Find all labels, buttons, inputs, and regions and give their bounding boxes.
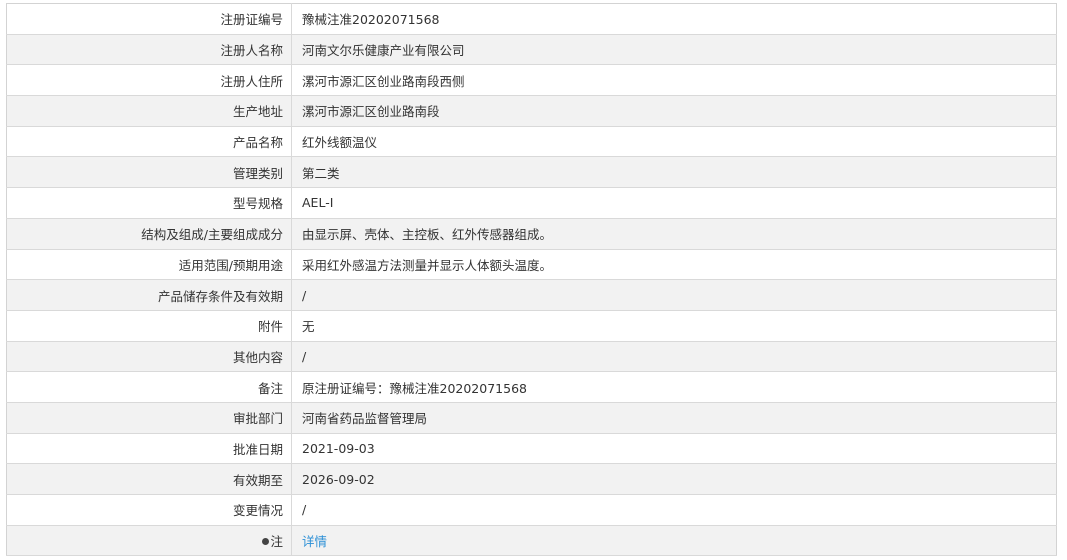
field-label-production-address: 生产地址	[6, 95, 292, 127]
details-link[interactable]: 详情	[302, 534, 327, 549]
table-row: 产品名称 红外线额温仪	[6, 126, 1057, 158]
table-row: 有效期至 2026-09-02	[6, 463, 1057, 495]
table-row: 注 详情	[6, 525, 1057, 557]
table-row: 批准日期 2021-09-03	[6, 433, 1057, 465]
table-row: 产品储存条件及有效期 /	[6, 279, 1057, 311]
pin-icon	[262, 538, 270, 546]
field-value-approval-date: 2021-09-03	[291, 433, 1057, 465]
field-label-structure-composition: 结构及组成/主要组成成分	[6, 218, 292, 250]
field-value-change-status: /	[291, 494, 1057, 526]
field-label-approval-date: 批准日期	[6, 433, 292, 465]
table-row: 管理类别 第二类	[6, 156, 1057, 189]
table-row: 备注 原注册证编号：豫械注准20202071568	[6, 371, 1057, 403]
field-label-approval-department: 审批部门	[6, 402, 292, 434]
field-value-other-content: /	[291, 341, 1057, 373]
field-value-model-spec: AEL-I	[291, 187, 1057, 219]
table-row: 型号规格 AEL-I	[6, 187, 1057, 219]
table-row: 注册证编号 豫械注准20202071568	[6, 3, 1057, 35]
field-value-management-category: 第二类	[291, 156, 1057, 189]
table-row: 其他内容 /	[6, 341, 1057, 373]
field-value-note: 详情	[291, 525, 1057, 557]
field-label-remarks: 备注	[6, 371, 292, 403]
table-row: 审批部门 河南省药品监督管理局	[6, 402, 1057, 434]
table-row: 生产地址 漯河市源汇区创业路南段	[6, 95, 1057, 127]
field-value-structure-composition: 由显示屏、壳体、主控板、红外传感器组成。	[291, 218, 1057, 250]
field-value-registrant-name: 河南文尔乐健康产业有限公司	[291, 34, 1057, 66]
field-value-production-address: 漯河市源汇区创业路南段	[291, 95, 1057, 127]
field-label-storage-validity: 产品储存条件及有效期	[6, 279, 292, 311]
field-label-product-name: 产品名称	[6, 126, 292, 158]
field-value-registrant-address: 漯河市源汇区创业路南段西侧	[291, 64, 1057, 97]
field-label-management-category: 管理类别	[6, 156, 292, 189]
table-row: 结构及组成/主要组成成分 由显示屏、壳体、主控板、红外传感器组成。	[6, 218, 1057, 250]
field-value-storage-validity: /	[291, 279, 1057, 311]
table-row: 注册人住所 漯河市源汇区创业路南段西侧	[6, 64, 1057, 97]
field-label-attachment: 附件	[6, 310, 292, 342]
field-label-valid-until: 有效期至	[6, 463, 292, 495]
field-label-note: 注	[6, 525, 292, 557]
field-value-intended-use: 采用红外感温方法测量并显示人体额头温度。	[291, 249, 1057, 281]
field-value-attachment: 无	[291, 310, 1057, 342]
registration-detail-table: 注册证编号 豫械注准20202071568 注册人名称 河南文尔乐健康产业有限公…	[6, 3, 1057, 557]
field-label-registrant-address: 注册人住所	[6, 64, 292, 97]
field-label-registration-number: 注册证编号	[6, 3, 292, 35]
field-label-other-content: 其他内容	[6, 341, 292, 373]
table-row: 变更情况 /	[6, 494, 1057, 526]
note-label: 注	[270, 534, 283, 550]
field-value-remarks: 原注册证编号：豫械注准20202071568	[291, 371, 1057, 403]
field-label-intended-use: 适用范围/预期用途	[6, 249, 292, 281]
field-value-valid-until: 2026-09-02	[291, 463, 1057, 495]
field-label-registrant-name: 注册人名称	[6, 34, 292, 66]
table-row: 注册人名称 河南文尔乐健康产业有限公司	[6, 34, 1057, 66]
table-row: 附件 无	[6, 310, 1057, 342]
table-row: 适用范围/预期用途 采用红外感温方法测量并显示人体额头温度。	[6, 249, 1057, 281]
field-value-product-name: 红外线额温仪	[291, 126, 1057, 158]
field-value-approval-department: 河南省药品监督管理局	[291, 402, 1057, 434]
field-label-model-spec: 型号规格	[6, 187, 292, 219]
field-label-change-status: 变更情况	[6, 494, 292, 526]
field-value-registration-number: 豫械注准20202071568	[291, 3, 1057, 35]
